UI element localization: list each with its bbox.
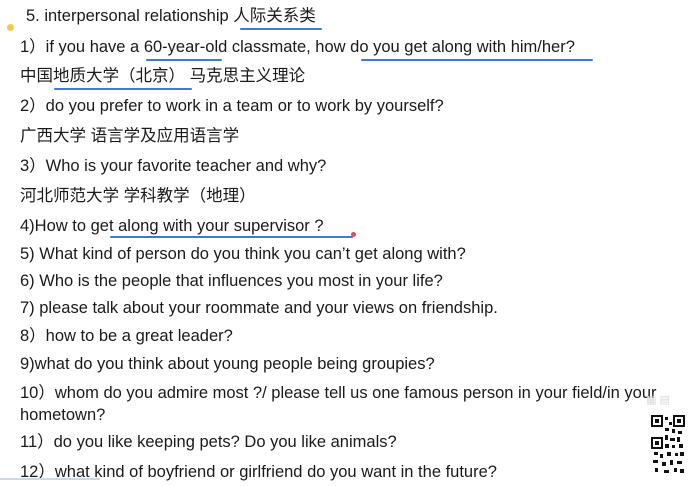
question-3: 3）Who is your favorite teacher and why?: [20, 157, 327, 175]
question-7: 7) please talk about your roommate and y…: [20, 299, 498, 317]
question-5: 5) What kind of person do you think you …: [20, 245, 466, 263]
section-title: 5. interpersonal relationship 人际关系类: [26, 7, 316, 25]
watermark-fragment: ▦ ▤: [646, 394, 670, 406]
question-4: 4)How to get along with your supervisor …: [20, 217, 324, 235]
underline-title-chinese: [240, 28, 322, 30]
underline-university-1: [54, 88, 192, 90]
university-1: 中国地质大学（北京） 马克思主义理论: [20, 67, 306, 85]
question-9: 9)what do you think about young people b…: [20, 355, 435, 373]
question-11: 11）do you like keeping pets? Do you like…: [20, 433, 397, 451]
yellow-marker-dot: [7, 24, 14, 31]
question-2: 2）do you prefer to work in a team or to …: [20, 97, 444, 115]
red-marker-dot: [351, 232, 356, 237]
university-2: 广西大学 语言学及应用语言学: [20, 127, 240, 145]
underline-supervisor: [110, 236, 353, 238]
question-10-continued: hometown?: [20, 406, 106, 424]
question-1: 1）if you have a 60-year-old classmate, h…: [20, 38, 575, 56]
question-10: 10）whom do you admire most ?/ please tel…: [20, 384, 657, 402]
question-8: 8）how to be a great leader?: [20, 327, 233, 345]
university-3: 河北师范大学 学科教学（地理）: [20, 187, 256, 205]
underline-get-along-him-her: [361, 59, 593, 61]
underline-60-year-old: [146, 59, 222, 61]
question-6: 6) Who is the people that influences you…: [20, 272, 443, 290]
qr-code-icon: [650, 414, 686, 476]
bottom-edge-fragment: [0, 478, 100, 486]
